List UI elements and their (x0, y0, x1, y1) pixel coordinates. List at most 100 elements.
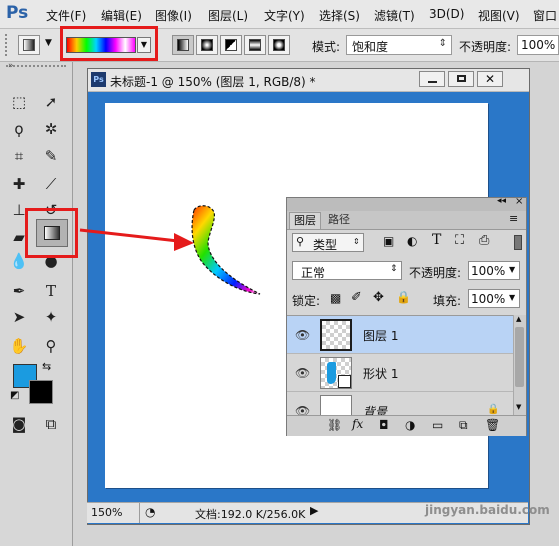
layer-row-layer1[interactable]: 👁 图层 1 (287, 316, 513, 354)
grip-icon (6, 65, 66, 71)
lock-position-icon[interactable]: ✥ (373, 290, 384, 305)
radial-gradient-button[interactable] (196, 35, 218, 55)
lock-image-icon[interactable]: ✐ (351, 290, 362, 305)
mode-label: 模式: (312, 40, 341, 54)
layer-list: 👁 图层 1 👁 形状 1 👁 背景 🔒 (287, 315, 526, 416)
zoom-value: 150% (91, 506, 123, 519)
scroll-up-icon[interactable]: ▲ (516, 315, 521, 323)
adjustment-layer-icon[interactable]: ◑ (405, 418, 415, 432)
mode-select[interactable]: 饱和度 ⇕ (346, 35, 452, 55)
healing-brush-tool-icon[interactable]: ✚ (6, 173, 32, 195)
panel-menu-icon[interactable]: ≡ (509, 212, 518, 225)
move-tool-icon[interactable]: ➚ (38, 91, 64, 113)
eyedropper-tool-icon[interactable]: ✎ (38, 145, 64, 167)
status-arrow-icon[interactable]: ▶ (310, 504, 318, 517)
document-size: 文档:192.0 K/256.0K (195, 508, 306, 521)
menu-view[interactable]: 视图(V) (478, 7, 520, 24)
pixel-filter-icon[interactable]: ▣ (383, 234, 394, 248)
path-selection-tool-icon[interactable]: ➤ (6, 306, 32, 328)
close-panel-icon[interactable]: × (515, 196, 523, 207)
layer-row-background[interactable]: 👁 背景 🔒 (287, 392, 513, 416)
lock-icon: 🔒 (487, 404, 500, 415)
type-tool-icon[interactable]: T (38, 280, 64, 302)
tab-paths[interactable]: 路径 (323, 212, 355, 229)
brush-tool-icon[interactable]: ⟋ (38, 173, 64, 195)
hand-tool-icon[interactable]: ✋ (6, 335, 32, 357)
menu-bar: Ps 文件(F) 编辑(E) 图像(I) 图层(L) 文字(Y) 选择(S) 滤… (0, 0, 559, 29)
chevron-down-icon[interactable]: ▼ (45, 38, 52, 48)
shape-filter-icon[interactable]: ⛶ (455, 233, 464, 248)
minimize-icon (428, 81, 437, 83)
custom-shape-tool-icon[interactable]: ✦ (38, 306, 64, 328)
add-mask-icon[interactable]: ◘ (379, 418, 389, 432)
filter-toggle[interactable] (514, 235, 522, 250)
menu-window[interactable]: 窗口 (533, 7, 557, 24)
chevron-down-icon: ▼ (509, 293, 516, 302)
collapse-panel-icon[interactable]: ◂◂ (497, 196, 506, 206)
photoshop-logo: Ps (6, 3, 29, 23)
zoom-field[interactable]: 150% (87, 503, 140, 523)
layer-opacity-value: 100% (471, 264, 506, 278)
minimize-button[interactable] (419, 71, 445, 87)
close-button[interactable]: ✕ (477, 71, 503, 87)
new-layer-icon[interactable]: ⧉ (459, 418, 468, 433)
menu-layer[interactable]: 图层(L) (208, 7, 248, 24)
menu-file[interactable]: 文件(F) (46, 7, 86, 24)
zoom-tool-icon[interactable]: ⚲ (38, 335, 64, 357)
tab-layers[interactable]: 图层 (289, 212, 321, 229)
swap-colors-icon[interactable]: ⇆ (42, 360, 51, 373)
lock-all-icon[interactable]: 🔒 (396, 290, 411, 304)
layer-style-icon[interactable]: fx (352, 417, 363, 431)
layer-opacity-input[interactable]: 100% ▼ (468, 261, 520, 280)
layers-panel: ◂◂ × 图层 路径 ≡ ⚲ 类型 ⇕ ▣ ◐ T ⛶ ⎙ 正常 ⇕ 不透明度:… (286, 196, 527, 436)
shape-thumbnail-icon (327, 362, 336, 384)
layer-name: 图层 1 (363, 329, 399, 343)
magic-wand-tool-icon[interactable]: ✲ (38, 118, 64, 140)
updown-arrows-icon: ⇕ (438, 38, 447, 49)
menu-3d[interactable]: 3D(D) (429, 7, 464, 21)
maximize-button[interactable] (448, 71, 474, 87)
link-layers-icon[interactable]: ⛓ (327, 418, 342, 432)
linear-gradient-button[interactable] (172, 35, 194, 55)
layer-opacity-label: 不透明度: (409, 266, 462, 280)
visibility-eye-icon[interactable]: 👁 (295, 366, 310, 380)
angle-gradient-button[interactable] (220, 35, 242, 55)
blend-mode-select[interactable]: 正常 ⇕ (292, 261, 402, 280)
screen-mode-icon[interactable]: ⧉ (38, 413, 64, 435)
layer-list-scrollbar[interactable]: ▲ ▼ (513, 315, 526, 415)
smart-object-filter-icon[interactable]: ⎙ (479, 233, 489, 248)
delete-layer-icon[interactable]: 🗑 (485, 418, 500, 432)
status-info-icon[interactable]: ◔ (145, 505, 155, 519)
diamond-gradient-button[interactable] (268, 35, 290, 55)
marquee-tool-icon[interactable]: ⬚ (6, 91, 32, 113)
new-group-icon[interactable]: ▭ (432, 418, 443, 432)
menu-type[interactable]: 文字(Y) (264, 7, 305, 24)
scrollbar-thumb[interactable] (515, 327, 524, 387)
layer-thumbnail (320, 395, 352, 416)
menu-edit[interactable]: 编辑(E) (101, 7, 142, 24)
fill-input[interactable]: 100% ▼ (468, 289, 520, 308)
layer-row-shape1[interactable]: 👁 形状 1 (287, 354, 513, 392)
menu-image[interactable]: 图像(I) (155, 7, 192, 24)
menu-filter[interactable]: 滤镜(T) (374, 7, 415, 24)
lasso-tool-icon[interactable]: ϙ (6, 118, 32, 140)
menu-select[interactable]: 选择(S) (319, 7, 360, 24)
default-colors-icon[interactable]: ◩ (10, 390, 19, 401)
type-filter-icon[interactable]: T (432, 232, 441, 248)
radial-gradient-icon (201, 39, 213, 51)
crop-tool-icon[interactable]: ⌗ (6, 145, 32, 167)
reflected-gradient-button[interactable] (244, 35, 266, 55)
blend-mode-value: 正常 (301, 266, 326, 280)
visibility-eye-icon[interactable]: 👁 (295, 328, 310, 342)
layer-filter-select[interactable]: ⚲ 类型 ⇕ (292, 233, 364, 252)
collapse-arrows-icon[interactable]: » (8, 61, 14, 71)
opacity-input[interactable]: 100% (517, 35, 559, 55)
adjustment-filter-icon[interactable]: ◐ (407, 234, 417, 248)
background-color-swatch[interactable] (29, 380, 53, 404)
tool-preset-picker[interactable] (18, 35, 40, 55)
scroll-down-icon[interactable]: ▼ (516, 403, 521, 411)
quick-mask-icon[interactable]: ◙ (6, 413, 32, 435)
chevron-down-icon: ▼ (509, 265, 516, 274)
pen-tool-icon[interactable]: ✒ (6, 280, 32, 302)
lock-transparent-icon[interactable]: ▩ (330, 291, 341, 305)
